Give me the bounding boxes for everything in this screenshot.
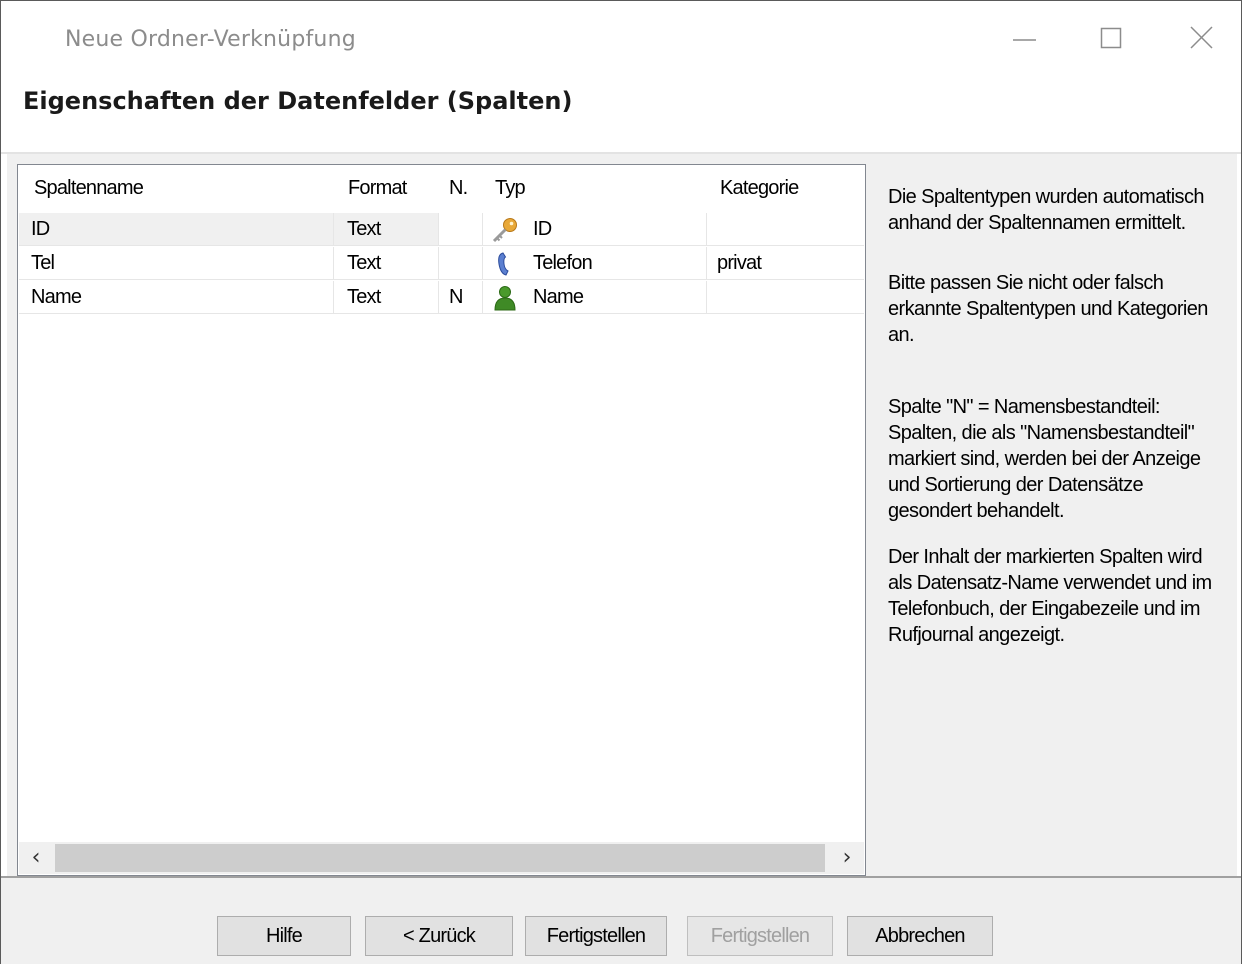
cell-format[interactable]: Text: [334, 281, 439, 314]
scroll-thumb[interactable]: [55, 844, 825, 872]
button-bar: Hilfe < Zurück Fertigstellen Fertigstell…: [1, 878, 1241, 964]
column-header-n[interactable]: N.: [449, 177, 468, 200]
cell-spaltenname[interactable]: Name: [19, 281, 334, 314]
help-button[interactable]: Hilfe: [217, 916, 351, 956]
horizontal-scrollbar[interactable]: ‹ ›: [19, 842, 864, 874]
help-paragraph: Die Spaltentypen wurden automatisch anha…: [888, 186, 1204, 234]
column-header-typ[interactable]: Typ: [495, 177, 526, 200]
help-paragraph: Bitte passen Sie nicht oder falsch erkan…: [888, 272, 1208, 346]
content-area: Spaltenname Format N. Typ Kategorie ID T…: [7, 154, 1237, 876]
cell-kategorie[interactable]: privat: [707, 247, 864, 280]
minimize-icon: [1013, 39, 1036, 41]
cell-kategorie[interactable]: [707, 281, 864, 314]
columns-grid[interactable]: Spaltenname Format N. Typ Kategorie ID T…: [17, 164, 866, 876]
table-row[interactable]: Name Text N Name: [19, 281, 864, 314]
person-icon: [494, 286, 516, 311]
column-header-kategorie[interactable]: Kategorie: [720, 177, 799, 200]
type-label: Telefon: [533, 252, 593, 274]
dialog-window: Neue Ordner-Verknüpfung Eigenschaften de…: [0, 0, 1242, 964]
cell-typ[interactable]: Telefon: [483, 247, 707, 280]
help-panel: Die Spaltentypen wurden automatisch anha…: [888, 184, 1228, 648]
page-title: Eigenschaften der Datenfelder (Spalten): [23, 87, 573, 115]
cancel-button[interactable]: Abbrechen: [847, 916, 993, 956]
maximize-button[interactable]: [1091, 21, 1131, 57]
close-button[interactable]: [1183, 21, 1223, 57]
key-icon: [492, 218, 517, 243]
table-row[interactable]: ID Text ID: [19, 213, 864, 246]
type-label: ID: [533, 218, 552, 240]
column-header-spaltenname[interactable]: Spaltenname: [34, 177, 144, 200]
help-paragraph: Spalte "N" = Namensbestandteil: Spalten,…: [888, 396, 1201, 522]
type-label: Name: [533, 286, 584, 308]
help-paragraph: Der Inhalt der markierten Spalten wird a…: [888, 546, 1212, 646]
table-row[interactable]: Tel Text Telefon privat: [19, 247, 864, 280]
column-header-format[interactable]: Format: [348, 177, 407, 200]
scroll-right-arrow-icon[interactable]: ›: [830, 842, 864, 874]
cell-format[interactable]: Text: [334, 247, 439, 280]
close-icon: [1190, 26, 1213, 49]
title-bar: Neue Ordner-Verknüpfung: [1, 1, 1241, 81]
cell-n[interactable]: [439, 247, 483, 280]
cell-spaltenname[interactable]: Tel: [19, 247, 334, 280]
cell-format[interactable]: Text: [334, 213, 439, 246]
finish-button[interactable]: Fertigstellen: [525, 916, 667, 956]
scroll-left-arrow-icon[interactable]: ‹: [19, 842, 53, 874]
back-button[interactable]: < Zurück: [365, 916, 513, 956]
window-title: Neue Ordner-Verknüpfung: [65, 27, 356, 52]
finish-button-disabled[interactable]: Fertigstellen: [687, 916, 833, 956]
phone-icon: [498, 252, 509, 276]
minimize-button[interactable]: [1005, 21, 1045, 57]
cell-typ[interactable]: ID: [483, 213, 707, 246]
cell-n[interactable]: [439, 213, 483, 246]
cell-kategorie[interactable]: [707, 213, 864, 246]
cell-typ[interactable]: Name: [483, 281, 707, 314]
maximize-icon: [1100, 27, 1122, 49]
cell-spaltenname[interactable]: ID: [19, 213, 334, 246]
cell-n[interactable]: N: [439, 281, 483, 314]
